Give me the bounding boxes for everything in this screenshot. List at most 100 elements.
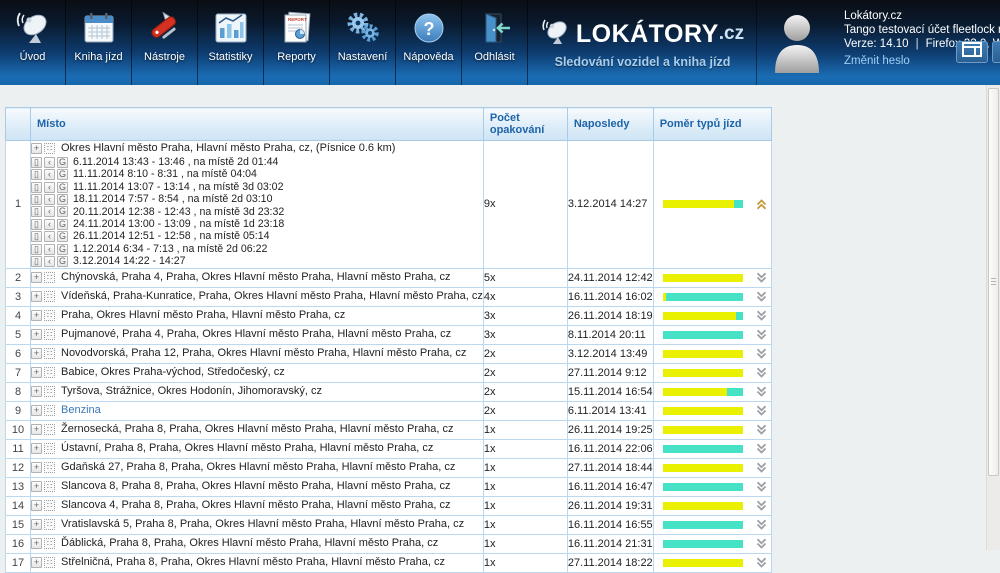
target-icon[interactable]: ∷ (44, 272, 55, 283)
route-icon[interactable]: ‹ (44, 256, 55, 267)
ride-ratio-cell (653, 477, 771, 496)
change-password-link[interactable]: Změnit heslo (844, 55, 910, 67)
target-icon[interactable]: ∷ (44, 367, 55, 378)
expand-chevron-down-icon[interactable] (755, 385, 768, 398)
paper-plane-button[interactable] (992, 41, 1000, 63)
scrollbar-thumb[interactable] (988, 88, 999, 476)
expand-icon[interactable]: + (31, 329, 42, 340)
expand-icon[interactable]: + (31, 367, 42, 378)
target-icon[interactable]: ∷ (44, 519, 55, 530)
col-header-place[interactable]: Místo (31, 108, 484, 141)
expand-chevron-down-icon[interactable] (755, 290, 768, 303)
expand-icon[interactable]: + (31, 348, 42, 359)
map-icon[interactable]: ▯ (31, 157, 42, 168)
expand-icon[interactable]: + (31, 462, 42, 473)
col-header-ride-type-ratio[interactable]: Poměr typů jízd (653, 108, 771, 141)
vertical-scrollbar[interactable] (986, 85, 1000, 550)
expand-icon[interactable]: + (31, 443, 42, 454)
target-icon[interactable]: ∷ (44, 443, 55, 454)
map-icon[interactable]: ▯ (31, 194, 42, 205)
map-icon[interactable]: ▯ (31, 256, 42, 267)
map-icon[interactable]: ▯ (31, 231, 42, 242)
google-maps-icon[interactable]: G (57, 194, 68, 205)
map-icon[interactable]: ▯ (31, 219, 42, 230)
expand-chevron-down-icon[interactable] (755, 423, 768, 436)
google-maps-icon[interactable]: G (57, 206, 68, 217)
map-icon[interactable]: ▯ (31, 244, 42, 255)
route-icon[interactable]: ‹ (44, 157, 55, 168)
expand-icon[interactable]: + (31, 405, 42, 416)
google-maps-icon[interactable]: G (57, 182, 68, 193)
expand-icon[interactable]: + (31, 272, 42, 283)
map-icon[interactable]: ▯ (31, 182, 42, 193)
google-maps-icon[interactable]: G (57, 231, 68, 242)
expand-chevron-down-icon[interactable] (755, 366, 768, 379)
expand-icon[interactable]: + (31, 557, 42, 568)
nav-item-nastaven-[interactable]: Nastavení (330, 0, 396, 85)
google-maps-icon[interactable]: G (57, 244, 68, 255)
nav-item-n-pov-da[interactable]: ?Nápověda (396, 0, 462, 85)
nav-item-reporty[interactable]: REPORTReporty (264, 0, 330, 85)
nav-item--vod[interactable]: Úvod (0, 0, 66, 85)
route-icon[interactable]: ‹ (44, 206, 55, 217)
expand-chevron-down-icon[interactable] (755, 442, 768, 455)
gears-icon (343, 7, 383, 49)
expand-icon[interactable]: + (31, 519, 42, 530)
target-icon[interactable]: ∷ (44, 538, 55, 549)
google-maps-icon[interactable]: G (57, 157, 68, 168)
place-link[interactable]: Benzina (61, 403, 101, 418)
repeat-count: 1x (483, 515, 567, 534)
target-icon[interactable]: ∷ (44, 386, 55, 397)
expand-chevron-down-icon[interactable] (755, 461, 768, 474)
nav-item-kniha-j-zd[interactable]: Kniha jízd (66, 0, 132, 85)
expand-icon[interactable]: + (31, 500, 42, 511)
expand-chevron-down-icon[interactable] (755, 556, 768, 569)
col-header-last-visit[interactable]: Naposledy (567, 108, 653, 141)
nav-item-n-stroje[interactable]: Nástroje (132, 0, 198, 85)
route-icon[interactable]: ‹ (44, 169, 55, 180)
nav-item-statistiky[interactable]: Statistiky (198, 0, 264, 85)
target-icon[interactable]: ∷ (44, 329, 55, 340)
window-layout-button[interactable] (956, 41, 988, 63)
expand-icon[interactable]: + (31, 143, 42, 154)
target-icon[interactable]: ∷ (44, 405, 55, 416)
target-icon[interactable]: ∷ (44, 143, 55, 154)
target-icon[interactable]: ∷ (44, 348, 55, 359)
target-icon[interactable]: ∷ (44, 500, 55, 511)
expand-chevron-down-icon[interactable] (755, 328, 768, 341)
expand-icon[interactable]: + (31, 481, 42, 492)
target-icon[interactable]: ∷ (44, 291, 55, 302)
route-icon[interactable]: ‹ (44, 182, 55, 193)
nav-item-odhl-sit[interactable]: Odhlásit (462, 0, 528, 85)
col-header-repeat-count[interactable]: Počet opakování (483, 108, 567, 141)
google-maps-icon[interactable]: G (57, 169, 68, 180)
expand-chevron-down-icon[interactable] (755, 404, 768, 417)
expand-chevron-down-icon[interactable] (755, 518, 768, 531)
expand-chevron-down-icon[interactable] (755, 271, 768, 284)
expand-chevron-down-icon[interactable] (755, 480, 768, 493)
expand-chevron-down-icon[interactable] (755, 499, 768, 512)
expand-chevron-down-icon[interactable] (755, 347, 768, 360)
target-icon[interactable]: ∷ (44, 310, 55, 321)
target-icon[interactable]: ∷ (44, 462, 55, 473)
expand-icon[interactable]: + (31, 310, 42, 321)
expand-chevron-down-icon[interactable] (755, 537, 768, 550)
target-icon[interactable]: ∷ (44, 481, 55, 492)
google-maps-icon[interactable]: G (57, 256, 68, 267)
route-icon[interactable]: ‹ (44, 219, 55, 230)
target-icon[interactable]: ∷ (44, 424, 55, 435)
google-maps-icon[interactable]: G (57, 219, 68, 230)
map-icon[interactable]: ▯ (31, 206, 42, 217)
last-visit-datetime: 16.11.2014 21:31 (567, 534, 653, 553)
route-icon[interactable]: ‹ (44, 194, 55, 205)
expand-icon[interactable]: + (31, 538, 42, 549)
expand-chevron-down-icon[interactable] (755, 309, 768, 322)
expand-icon[interactable]: + (31, 424, 42, 435)
route-icon[interactable]: ‹ (44, 231, 55, 242)
target-icon[interactable]: ∷ (44, 557, 55, 568)
collapse-chevron-up-icon[interactable] (755, 198, 768, 211)
route-icon[interactable]: ‹ (44, 244, 55, 255)
expand-icon[interactable]: + (31, 291, 42, 302)
map-icon[interactable]: ▯ (31, 169, 42, 180)
expand-icon[interactable]: + (31, 386, 42, 397)
